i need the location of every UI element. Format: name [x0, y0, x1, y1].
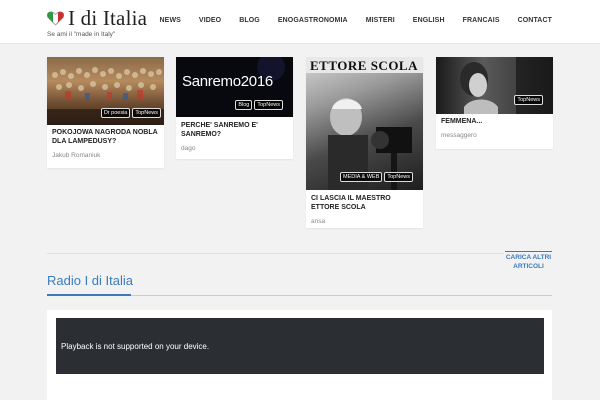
divider: [47, 253, 504, 254]
article-author: ansa: [311, 217, 326, 225]
site-tagline: Se ami il "made in Italy": [47, 31, 116, 38]
tag[interactable]: TopNews: [132, 108, 161, 118]
article-image[interactable]: [436, 57, 553, 114]
nav-francais[interactable]: FRANCAIS: [463, 17, 500, 24]
load-more-label-line2: ARTICOLI: [513, 263, 544, 271]
nav-enogastronomia[interactable]: ENOGASTRONOMIA: [278, 17, 348, 24]
nav-video[interactable]: VIDEO: [199, 17, 221, 24]
article-image[interactable]: ETTORE SCOLA: [306, 57, 423, 190]
load-more-button[interactable]: CARICA ALTRI ARTICOLI: [505, 251, 552, 271]
card-tags: TopNews: [514, 95, 543, 105]
main-nav: NEWS VIDEO BLOG ENOGASTRONOMIA MISTERI E…: [142, 17, 552, 24]
tag[interactable]: MEDIA & WEB: [340, 172, 383, 182]
card-tags: Blog TopNews: [235, 100, 283, 110]
radio-player-container: Playback is not supported on your device…: [47, 310, 552, 400]
tag[interactable]: Blog: [235, 100, 253, 110]
article-author: Jakub Romaniuk: [52, 151, 101, 159]
article-card[interactable]: ETTORE SCOLA MEDIA & WEB TopNews CI LASC…: [306, 57, 423, 228]
load-more-label-line1: CARICA ALTRI: [505, 254, 552, 261]
article-author: dago: [181, 144, 196, 152]
player-unsupported-message: Playback is not supported on your device…: [61, 342, 210, 351]
tag[interactable]: TopNews: [514, 95, 543, 105]
article-card[interactable]: Dr poesia TopNews POKOJOWA NAGRODA NOBLA…: [47, 57, 164, 168]
sanremo-logo: Sanremo2016: [182, 73, 273, 90]
tag[interactable]: TopNews: [254, 100, 283, 110]
nav-misteri[interactable]: MISTERI: [366, 17, 395, 24]
nav-english[interactable]: ENGLISH: [413, 17, 445, 24]
tag[interactable]: TopNews: [384, 172, 413, 182]
site-logo[interactable]: I di Italia: [47, 8, 147, 29]
card-tags: Dr poesia TopNews: [100, 108, 161, 118]
article-title[interactable]: CI LASCIA IL MAESTRO ETTORE SCOLA: [311, 195, 418, 213]
article-title[interactable]: PERCHE' SANREMO E' SANREMO?: [181, 122, 288, 140]
section-divider-accent: [47, 294, 131, 296]
nav-blog[interactable]: BLOG: [239, 17, 260, 24]
image-caption-text: ETTORE SCOLA: [310, 58, 418, 73]
card-tags: MEDIA & WEB TopNews: [340, 172, 413, 182]
radio-player[interactable]: Playback is not supported on your device…: [56, 318, 544, 374]
nav-news[interactable]: NEWS: [160, 17, 181, 24]
article-title[interactable]: POKOJOWA NAGRODA NOBLA DLA LAMPEDUSY?: [52, 129, 159, 147]
nav-contact[interactable]: CONTACT: [518, 17, 552, 24]
article-card[interactable]: Sanremo2016 Blog TopNews PERCHE' SANREMO…: [176, 57, 293, 159]
radio-section-title: Radio I di Italia: [47, 273, 133, 288]
article-card[interactable]: TopNews FEMMENA... messaggero: [436, 57, 553, 149]
heart-flag-icon: [47, 11, 64, 26]
tag[interactable]: Dr poesia: [100, 108, 131, 118]
article-title[interactable]: FEMMENA...: [441, 118, 548, 127]
logo-text: I di Italia: [68, 6, 148, 30]
site-header: I di Italia Se ami il "made in Italy" NE…: [0, 0, 600, 44]
article-author: messaggero: [441, 131, 477, 139]
